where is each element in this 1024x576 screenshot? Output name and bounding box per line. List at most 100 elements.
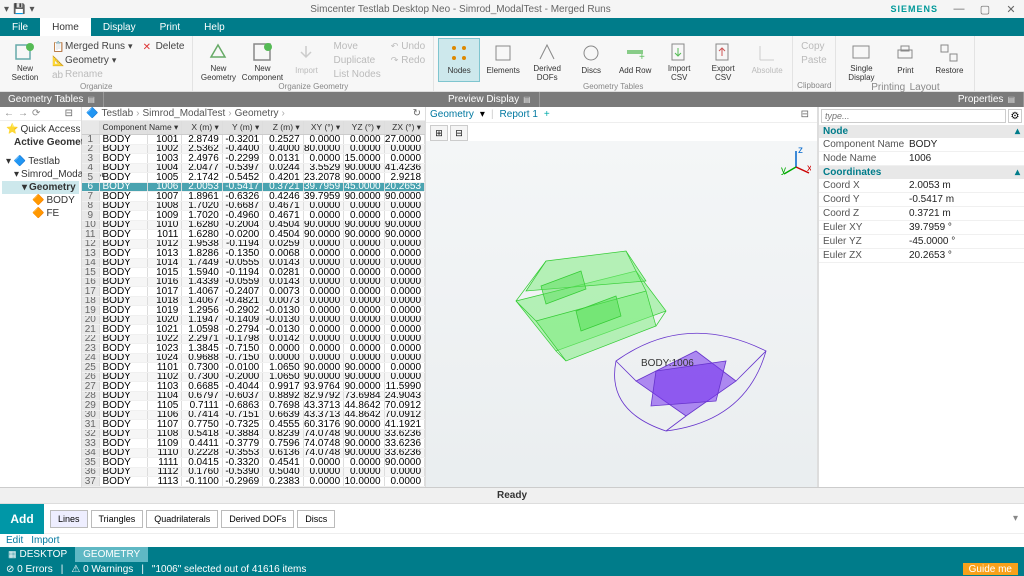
preview-tool-2[interactable]: ⊟: [450, 125, 468, 141]
derived-dofs-button[interactable]: Derived DOFs: [526, 38, 568, 82]
table-row[interactable]: 10BODY10101.6280-0.20040.450490.000090.0…: [82, 221, 425, 231]
table-row[interactable]: 29BODY11050.7111-0.68630.7698-43.371344.…: [82, 401, 425, 411]
table-row[interactable]: 4BODY10042.0477-0.53970.02443.552990.000…: [82, 164, 425, 174]
paste-button[interactable]: Paste: [797, 54, 831, 67]
table-row[interactable]: 25BODY11010.7300-0.01001.065090.000090.0…: [82, 363, 425, 373]
table-row[interactable]: 18BODY10181.4067-0.48210.00730.00000.000…: [82, 297, 425, 307]
print-button[interactable]: Print: [884, 38, 926, 82]
move-button[interactable]: Move: [329, 40, 384, 53]
table-row[interactable]: 8BODY10081.7020-0.66870.46710.00000.0000…: [82, 202, 425, 212]
delete-button[interactable]: ✕Delete: [139, 40, 189, 53]
table-row[interactable]: 13BODY10131.8286-0.13500.00680.00000.000…: [82, 249, 425, 259]
shape-tab-discs[interactable]: Discs: [297, 510, 335, 528]
new-geometry-button[interactable]: New Geometry: [197, 38, 239, 82]
table-row[interactable]: 26BODY11020.7300-0.20001.065090.000090.0…: [82, 373, 425, 383]
restore-button[interactable]: Restore: [928, 38, 970, 82]
list-nodes-button[interactable]: List Nodes: [329, 68, 384, 81]
menu-file[interactable]: File: [0, 18, 40, 36]
minimize-button[interactable]: —: [946, 3, 972, 16]
app-tab-desktop[interactable]: ▦ DESKTOP: [0, 547, 75, 562]
status-errors[interactable]: ⊘ 0 Errors: [6, 564, 53, 575]
col-header[interactable]: XY (°) ▾: [304, 121, 344, 134]
preview-3d-viewport[interactable]: zxy: [426, 141, 817, 512]
copy-button[interactable]: Copy: [797, 40, 831, 53]
col-header[interactable]: X (m) ▾: [182, 121, 222, 134]
nav-back-button[interactable]: ←: [4, 108, 14, 119]
menu-print[interactable]: Print: [148, 18, 193, 36]
nav-fwd-button[interactable]: →: [18, 108, 28, 119]
status-warnings[interactable]: ⚠ 0 Warnings: [71, 564, 133, 575]
merged-runs-button[interactable]: 📋Merged Runs ▾: [48, 40, 137, 53]
table-row[interactable]: 22BODY10222.2971-0.17980.01420.00000.000…: [82, 335, 425, 345]
bottom-collapse-button[interactable]: ▾: [1013, 513, 1024, 524]
qat-dropdown-icon[interactable]: ▾: [29, 4, 34, 15]
table-row[interactable]: 20BODY10201.1947-0.1409-0.01300.00000.00…: [82, 316, 425, 326]
shape-tab-quads[interactable]: Quadrilaterals: [146, 510, 218, 528]
import-csv-button[interactable]: Import CSV: [658, 38, 700, 82]
menu-home[interactable]: Home: [40, 18, 91, 36]
table-row[interactable]: 19BODY10191.2956-0.2902-0.01300.00000.00…: [82, 306, 425, 316]
shape-tab-lines[interactable]: Lines: [50, 510, 88, 528]
tree-geometry[interactable]: ▾ Geometry: [2, 181, 79, 194]
col-header[interactable]: Z (m) ▾: [263, 121, 303, 134]
table-row[interactable]: 30BODY11060.7414-0.71510.6639-43.371344.…: [82, 411, 425, 421]
table-row[interactable]: 34BODY11100.2228-0.35530.6136174.074890.…: [82, 449, 425, 459]
properties-settings-button[interactable]: ⚙: [1008, 109, 1022, 123]
table-row[interactable]: 28BODY11040.6797-0.60370.8892-82.9792-73…: [82, 392, 425, 402]
table-row[interactable]: 27BODY11030.6685-0.40440.991793.976490.0…: [82, 382, 425, 392]
add-row-button[interactable]: +Add Row: [614, 38, 656, 82]
absolute-button[interactable]: Absolute: [746, 38, 788, 82]
col-header[interactable]: YZ (°) ▾: [344, 121, 384, 134]
new-component-button[interactable]: New Component: [241, 38, 283, 82]
nav-refresh-button[interactable]: ⟳: [32, 108, 40, 119]
app-tab-geometry[interactable]: GEOMETRY: [75, 547, 148, 562]
properties-search-input[interactable]: [821, 109, 1006, 123]
table-row[interactable]: 9BODY10091.7020-0.49600.46710.00000.0000…: [82, 211, 425, 221]
preview-tool-1[interactable]: ⊞: [430, 125, 448, 141]
redo-button[interactable]: ↷ Redo: [387, 54, 429, 67]
add-button[interactable]: Add: [0, 504, 44, 534]
table-row[interactable]: 5BODY10052.1742-0.54520.420123.207890.00…: [82, 173, 425, 183]
export-csv-button[interactable]: Export CSV: [702, 38, 744, 82]
shape-tab-triangles[interactable]: Triangles: [91, 510, 144, 528]
menu-help[interactable]: Help: [192, 18, 237, 36]
new-section-button[interactable]: New Section: [4, 38, 46, 82]
table-row[interactable]: 32BODY11080.5418-0.38840.8239174.074890.…: [82, 430, 425, 440]
table-row[interactable]: 16BODY10161.4339-0.05590.01430.00000.000…: [82, 278, 425, 288]
preview-add-tab-button[interactable]: +: [544, 109, 550, 120]
preview-tab-geometry[interactable]: Geometry: [430, 109, 474, 120]
breadcrumb[interactable]: 🔷Testlab› Simrod_ModalTest› Geometry›: [86, 108, 285, 119]
view-triad-icon[interactable]: zxy: [781, 147, 811, 177]
properties-section-node[interactable]: Node▴: [819, 125, 1024, 138]
panel-tab-geometry-tables[interactable]: Geometry Tables▤: [0, 92, 104, 107]
import-tab[interactable]: Import: [31, 535, 59, 546]
tree-fe[interactable]: 🔶 FE: [2, 207, 79, 220]
properties-section-coordinates[interactable]: Coordinates▴: [819, 166, 1024, 179]
col-header[interactable]: Y (m) ▾: [223, 121, 263, 134]
quick-access-item[interactable]: ⭐ Quick Access: [2, 123, 79, 136]
preview-collapse-button[interactable]: ⊟: [801, 109, 813, 120]
tree-body[interactable]: 🔶 BODY: [2, 194, 79, 207]
table-row[interactable]: 33BODY11090.4411-0.37790.7596174.074890.…: [82, 439, 425, 449]
table-row[interactable]: 35BODY11110.0415-0.33200.45410.00000.000…: [82, 458, 425, 468]
tree-testlab[interactable]: ▾ 🔷 Testlab: [2, 155, 79, 168]
active-geometry-item[interactable]: Active Geometry: [2, 136, 79, 149]
col-header[interactable]: [82, 121, 100, 134]
table-row[interactable]: 24BODY10240.9688-0.71500.00000.00000.000…: [82, 354, 425, 364]
col-header[interactable]: Component ▾: [100, 121, 148, 134]
nodes-button[interactable]: Nodes: [438, 38, 480, 82]
table-refresh-button[interactable]: ↻: [413, 108, 421, 119]
elements-button[interactable]: Elements: [482, 38, 524, 82]
table-row[interactable]: 36BODY11120.1760-0.53900.50400.00000.000…: [82, 468, 425, 478]
table-row[interactable]: 6BODY10062.0053-0.54170.372139.7959-45.0…: [82, 183, 425, 193]
rename-button[interactable]: abRename: [48, 68, 137, 81]
maximize-button[interactable]: ▢: [972, 3, 998, 16]
table-row[interactable]: 14BODY10141.7449-0.05550.01430.00000.000…: [82, 259, 425, 269]
table-row[interactable]: 23BODY10231.3845-0.71500.00000.00000.000…: [82, 344, 425, 354]
duplicate-button[interactable]: Duplicate: [329, 54, 384, 67]
col-header[interactable]: ZX (°) ▾: [385, 121, 425, 134]
panel-tab-properties[interactable]: Properties▤: [950, 92, 1024, 107]
edit-tab[interactable]: Edit: [6, 535, 23, 546]
table-row[interactable]: 11BODY10111.6280-0.02000.450490.000090.0…: [82, 230, 425, 240]
table-row[interactable]: 12BODY10121.9538-0.11940.02590.00000.000…: [82, 240, 425, 250]
